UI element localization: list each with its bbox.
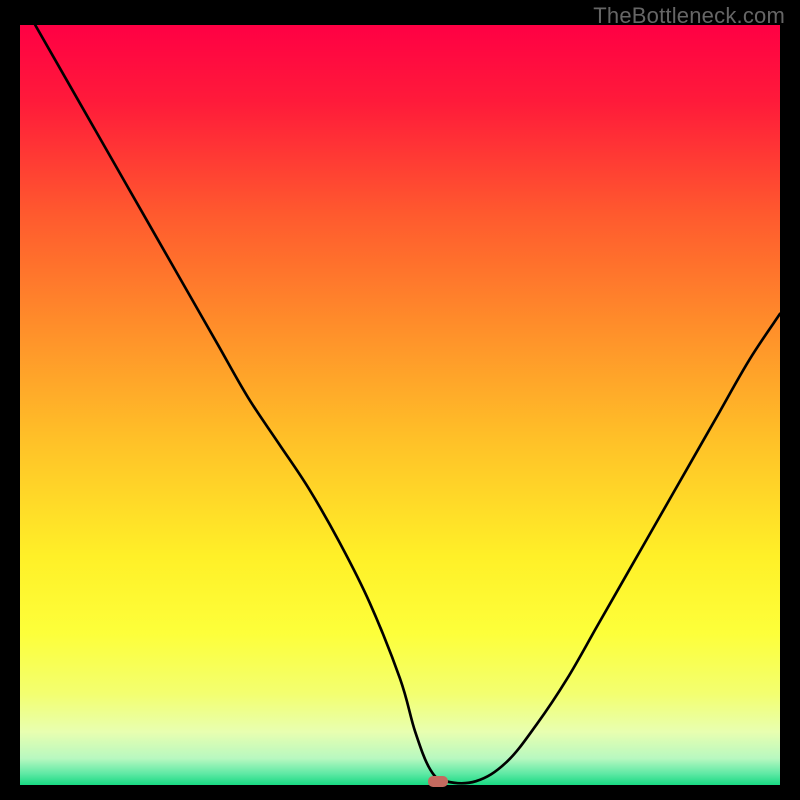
bottleneck-curve — [20, 25, 780, 785]
chart-stage: TheBottleneck.com — [0, 0, 800, 800]
watermark-text: TheBottleneck.com — [593, 3, 785, 29]
plot-area — [20, 25, 780, 785]
optimum-marker — [428, 776, 448, 787]
